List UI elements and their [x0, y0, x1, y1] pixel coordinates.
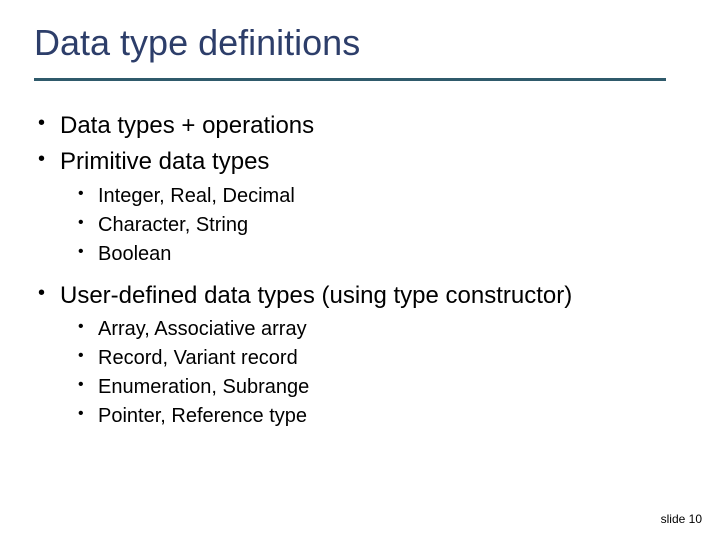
spacing — [34, 270, 674, 280]
subbullet-integer-real-decimal: Integer, Real, Decimal — [76, 183, 674, 210]
subbullet-record: Record, Variant record — [76, 345, 674, 372]
subbullet-pointer: Pointer, Reference type — [76, 403, 674, 430]
subbullet-character-string: Character, String — [76, 212, 674, 239]
subbullet-boolean: Boolean — [76, 241, 674, 268]
subbullet-array: Array, Associative array — [76, 316, 674, 343]
slide-content: Data types + operations Primitive data t… — [34, 110, 674, 432]
subbullet-enumeration: Enumeration, Subrange — [76, 374, 674, 401]
slide: Data type definitions Data types + opera… — [0, 0, 720, 540]
slide-number: slide 10 — [661, 512, 702, 526]
slide-title: Data type definitions — [34, 22, 360, 64]
bullet-user-defined-data-types: User-defined data types (using type cons… — [34, 280, 674, 312]
title-underline — [34, 78, 666, 81]
bullet-data-types-operations: Data types + operations — [34, 110, 674, 142]
bullet-primitive-data-types: Primitive data types — [34, 146, 674, 178]
